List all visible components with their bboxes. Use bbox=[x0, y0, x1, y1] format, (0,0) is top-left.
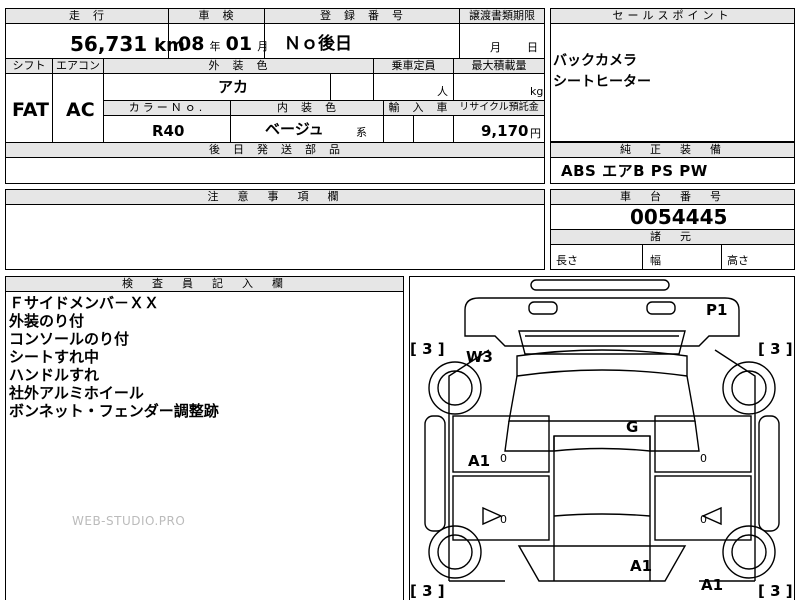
side-skirt-right bbox=[758, 415, 780, 532]
shift-value: FAT bbox=[12, 99, 49, 121]
interior-color-value: ベージュ bbox=[265, 120, 324, 138]
damage-mark-a1-left: A1 bbox=[468, 452, 491, 470]
sales-point-item: シートヒーター bbox=[553, 74, 651, 90]
door-digit: 0 bbox=[700, 452, 707, 465]
wheel-front-left bbox=[428, 525, 482, 579]
inspection-year: 08 bbox=[178, 33, 205, 55]
tire-value: 3 bbox=[422, 582, 433, 600]
aircon-value: AC bbox=[66, 99, 95, 121]
capacity-unit: 人 bbox=[437, 85, 448, 98]
color-no-header: カラーＮｏ. bbox=[128, 101, 206, 114]
import-header: 輸 入 車 bbox=[388, 101, 449, 114]
interior-color-header: 内 装 色 bbox=[277, 101, 337, 114]
mileage-number: 56,731 bbox=[70, 32, 148, 56]
door-digit: 0 bbox=[700, 513, 707, 526]
inspection-header: 車 検 bbox=[198, 9, 235, 22]
inspector-note: 社外アルミホイール bbox=[9, 384, 144, 402]
specs-header: 諸 元 bbox=[551, 230, 794, 245]
transfer-day-unit: 日 bbox=[527, 41, 538, 54]
max-load-unit: kg bbox=[530, 85, 544, 98]
exterior-color-header: 外 装 色 bbox=[208, 59, 269, 72]
door-digit: 0 bbox=[500, 513, 507, 526]
inspector-notes-header: 検 査 員 記 入 欄 bbox=[6, 277, 403, 292]
mirror-left bbox=[482, 506, 503, 526]
standard-equipment-value: ABS エアB PS PW bbox=[561, 162, 708, 180]
bracket-close: ] bbox=[437, 340, 445, 358]
tire-label-left-top: [ 3 ] bbox=[410, 340, 445, 358]
door-digit: 0 bbox=[500, 452, 507, 465]
windshield bbox=[517, 545, 687, 582]
color-no-value: R40 bbox=[152, 122, 185, 140]
registration-value: Ｎｏ後日 bbox=[284, 34, 352, 54]
wheel-rear-right bbox=[722, 361, 776, 415]
specs-width: 幅 bbox=[650, 254, 661, 267]
inspector-note: Ｆサイドメンバ－ＸＸ bbox=[9, 294, 160, 312]
recycle-value: 9,170 bbox=[481, 122, 529, 140]
later-parts-header: 後 日 発 送 部 品 bbox=[209, 143, 341, 156]
rear-bumper-strip bbox=[530, 279, 670, 291]
bracket-open: [ bbox=[758, 582, 765, 600]
inspection-value: 08 年 01 月 bbox=[178, 33, 268, 55]
body-right-side bbox=[714, 349, 756, 581]
bracket-close: ] bbox=[437, 582, 445, 600]
mileage-header: 走 行 bbox=[69, 9, 105, 22]
inspector-note: コンソールのり付 bbox=[9, 330, 130, 348]
damage-mark-p1: P1 bbox=[706, 301, 728, 319]
interior-color-suffix: 系 bbox=[356, 126, 367, 139]
tail-lamp-left bbox=[528, 301, 558, 315]
car-diagram bbox=[424, 279, 780, 582]
standard-equipment-header: 純 正 装 備 bbox=[551, 143, 794, 158]
tire-label-right-top: [ 3 ] bbox=[758, 340, 793, 358]
mileage-value: 56,731 km bbox=[70, 32, 185, 58]
shift-header: シフト bbox=[12, 59, 46, 72]
caution-header: 注 意 事 項 欄 bbox=[6, 190, 544, 205]
damage-mark-a1-bottom: A1 bbox=[630, 557, 653, 575]
bracket-open: [ bbox=[410, 582, 417, 600]
front-door-right bbox=[654, 475, 752, 541]
watermark-text: WEB-STUDIO.PRO bbox=[72, 514, 186, 528]
inspector-note: シートすれ中 bbox=[9, 348, 100, 366]
inspector-note: ハンドルすれ bbox=[9, 366, 100, 384]
recycle-unit: 円 bbox=[530, 127, 541, 140]
rear-outline bbox=[464, 297, 740, 347]
damage-mark-a1-bottom-right: A1 bbox=[701, 576, 724, 594]
aircon-header: エアコン bbox=[56, 59, 100, 72]
chassis-value: 0054445 bbox=[630, 205, 728, 229]
tire-label-right-bottom: [ 3 ] bbox=[758, 582, 793, 600]
chassis-header: 車 台 番 号 bbox=[551, 190, 794, 205]
damage-mark-g: G bbox=[626, 418, 639, 436]
inspection-month-unit: 月 bbox=[257, 40, 269, 53]
damage-mark-w3: W3 bbox=[466, 348, 493, 366]
front-door-left bbox=[452, 475, 550, 541]
tire-value: 3 bbox=[770, 340, 781, 358]
sales-point-header: セールスポイント bbox=[551, 9, 794, 24]
bracket-open: [ bbox=[758, 340, 765, 358]
tire-value: 3 bbox=[422, 340, 433, 358]
recycle-header: リサイクル預託金 bbox=[459, 102, 539, 113]
wheel-front-right bbox=[722, 525, 776, 579]
inspector-note: 外装のり付 bbox=[9, 312, 85, 330]
transfer-deadline-header: 譲渡書類期限 bbox=[469, 9, 535, 22]
registration-header: 登 録 番 号 bbox=[320, 9, 404, 22]
specs-height: 高さ bbox=[727, 254, 749, 267]
bracket-close: ] bbox=[785, 582, 793, 600]
inspection-month: 01 bbox=[225, 33, 253, 55]
tire-value: 3 bbox=[770, 582, 781, 600]
wheel-rear-left bbox=[428, 361, 482, 415]
inspector-note: ボンネット・フェンダー調整跡 bbox=[9, 402, 219, 420]
bracket-open: [ bbox=[410, 340, 417, 358]
sales-point-item: バックカメラ bbox=[553, 53, 637, 69]
inspection-year-unit: 年 bbox=[209, 40, 221, 53]
max-load-header: 最大積載量 bbox=[471, 59, 527, 72]
sales-point-list: バックカメラ シートヒーター bbox=[553, 51, 651, 93]
tire-label-left-bottom: [ 3 ] bbox=[410, 582, 445, 600]
capacity-header: 乗車定員 bbox=[391, 59, 436, 72]
transfer-month-unit: 月 bbox=[490, 41, 501, 54]
exterior-color-value: アカ bbox=[218, 78, 249, 96]
specs-length: 長さ bbox=[556, 254, 578, 267]
bracket-close: ] bbox=[785, 340, 793, 358]
tail-lamp-right bbox=[646, 301, 676, 315]
side-skirt-left bbox=[424, 415, 446, 532]
inspector-notes-list: Ｆサイドメンバ－ＸＸ 外装のり付 コンソールのり付 シートすれ中 ハンドルすれ … bbox=[9, 294, 219, 420]
